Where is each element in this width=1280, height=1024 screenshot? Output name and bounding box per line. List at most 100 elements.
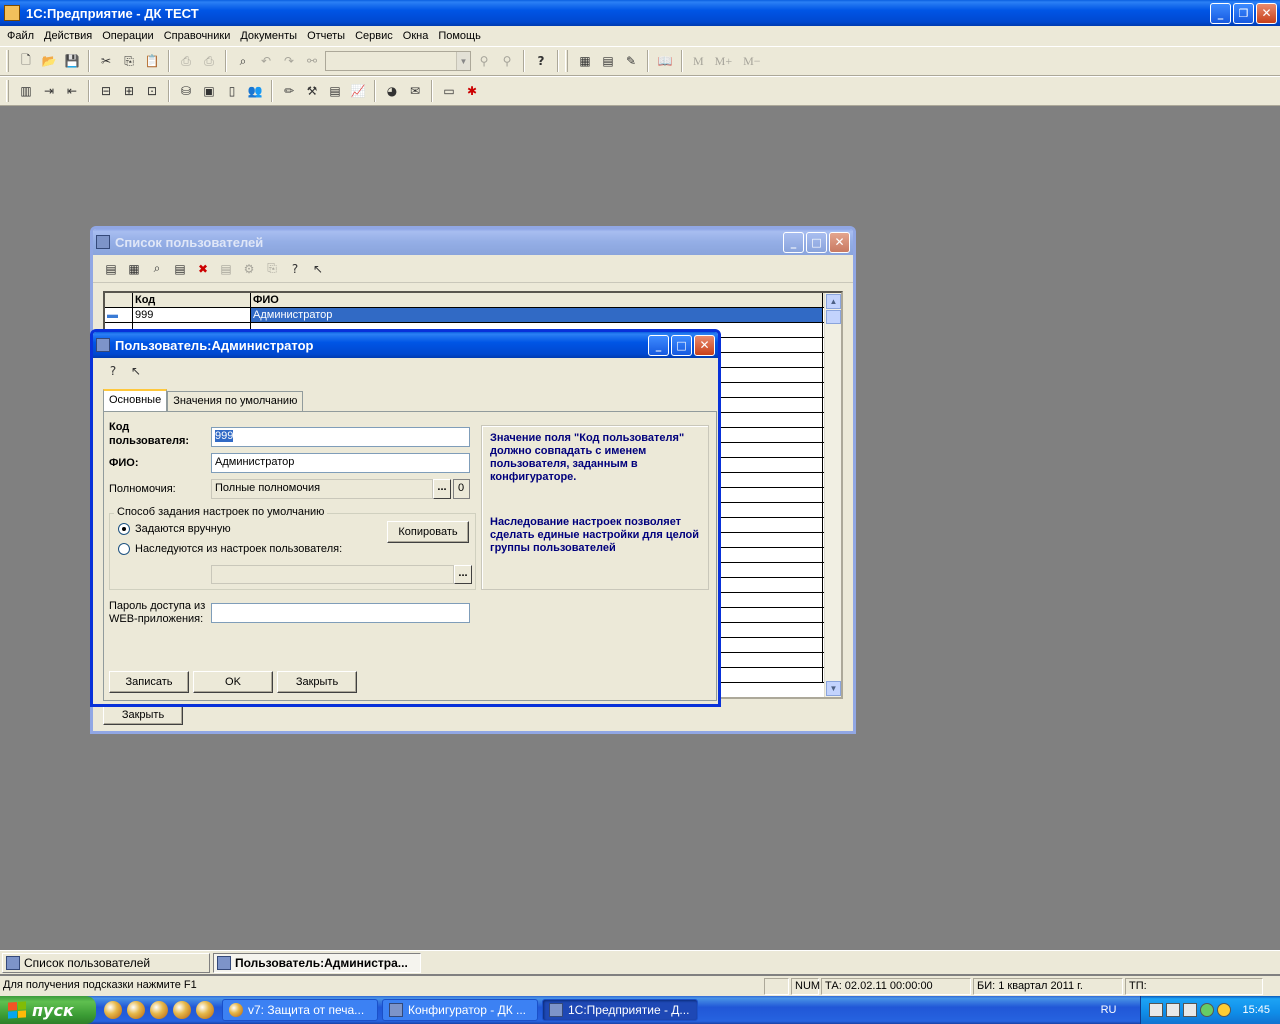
- icon-column-header[interactable]: [105, 293, 133, 307]
- pencil-icon[interactable]: ✏: [279, 81, 299, 101]
- graph-icon[interactable]: 📈: [348, 81, 368, 101]
- context-help-icon[interactable]: ↖: [126, 361, 146, 381]
- undo-icon[interactable]: ↶: [256, 51, 276, 71]
- toolbar-grip[interactable]: [565, 50, 568, 72]
- analytics-icon[interactable]: ⊞: [119, 81, 139, 101]
- calculator-icon[interactable]: ▦: [575, 51, 595, 71]
- cut-icon[interactable]: ✂: [96, 51, 116, 71]
- start-button[interactable]: пуск: [0, 996, 96, 1024]
- users-list-title-bar[interactable]: Список пользователей _ □ ✕: [93, 229, 853, 255]
- list-minimize-button[interactable]: _: [783, 231, 804, 253]
- toolbar-grip[interactable]: [6, 80, 9, 102]
- memory-m-button[interactable]: M: [689, 54, 708, 69]
- rights-select-button[interactable]: ...: [433, 479, 451, 499]
- memory-minus-button[interactable]: M−: [739, 54, 764, 69]
- dialog-maximize-button[interactable]: □: [671, 334, 692, 356]
- new-document-icon[interactable]: 🗋: [16, 51, 36, 71]
- chart-of-accounts-icon[interactable]: ⊟: [96, 81, 116, 101]
- menu-operations[interactable]: Операции: [97, 30, 158, 42]
- user-dialog-title-bar[interactable]: Пользователь:Администратор _ □ ✕: [93, 332, 718, 358]
- radio-inherit-row[interactable]: Наследуются из настроек пользователя:: [118, 543, 342, 556]
- bug-icon[interactable]: ✱: [462, 81, 482, 101]
- radio-manual[interactable]: [118, 523, 130, 536]
- copy-item-icon[interactable]: ⎘: [262, 259, 282, 279]
- table-row[interactable]: ▬ 999 Администратор: [105, 308, 841, 323]
- scroll-down-icon[interactable]: ▼: [826, 681, 841, 696]
- tray-update-icon[interactable]: [1217, 1003, 1232, 1017]
- media-quicklaunch-icon[interactable]: [173, 1001, 191, 1019]
- money-bag-icon[interactable]: ⛁: [176, 81, 196, 101]
- list-maximize-button[interactable]: □: [806, 231, 827, 253]
- toolbar-grip[interactable]: [6, 50, 9, 72]
- open-item-icon[interactable]: ⌕: [147, 259, 167, 279]
- copy-button[interactable]: Копировать: [387, 521, 469, 543]
- language-indicator[interactable]: RU: [1101, 1004, 1117, 1016]
- vertical-scrollbar[interactable]: ▲ ▼: [824, 293, 841, 697]
- monitor-icon[interactable]: ▭: [439, 81, 459, 101]
- tab-defaults[interactable]: Значения по умолчанию: [167, 391, 304, 411]
- tray-volume-icon[interactable]: [1183, 1003, 1198, 1017]
- restore-button[interactable]: ❐: [1233, 2, 1254, 24]
- journal-icon[interactable]: ▥: [16, 81, 36, 101]
- inherit-user-select-button[interactable]: ...: [454, 565, 472, 584]
- close-button[interactable]: Закрыть: [277, 671, 357, 693]
- paste-icon[interactable]: 📋: [142, 51, 162, 71]
- scroll-thumb[interactable]: [826, 310, 841, 324]
- move-item-icon[interactable]: ▤: [216, 259, 236, 279]
- menu-actions[interactable]: Действия: [39, 30, 97, 42]
- search-combo[interactable]: ▼: [325, 51, 471, 71]
- browser-quicklaunch-icon[interactable]: [196, 1001, 214, 1019]
- task-firefox[interactable]: v7: Защита от печа...: [222, 999, 378, 1021]
- calendar-icon[interactable]: ▤: [598, 51, 618, 71]
- ok-button[interactable]: OK: [193, 671, 273, 693]
- menu-references[interactable]: Справочники: [159, 30, 236, 42]
- tab-main[interactable]: Основные: [103, 389, 168, 411]
- users-icon[interactable]: 👥: [245, 81, 265, 101]
- save-button[interactable]: Записать: [109, 671, 189, 693]
- find-next-icon[interactable]: ⚲: [474, 51, 494, 71]
- tray-app-icon[interactable]: [1149, 1003, 1164, 1017]
- delete-item-icon[interactable]: ✖: [193, 259, 213, 279]
- exit-icon[interactable]: ⇤: [62, 81, 82, 101]
- letter-icon[interactable]: ✉: [405, 81, 425, 101]
- find-prev-icon[interactable]: ⚲: [497, 51, 517, 71]
- find-icon[interactable]: ⌕: [233, 51, 253, 71]
- copy-icon[interactable]: ⎘: [119, 51, 139, 71]
- enter-icon[interactable]: ⇥: [39, 81, 59, 101]
- list-close-x-button[interactable]: ✕: [829, 231, 850, 253]
- redo-icon[interactable]: ↷: [279, 51, 299, 71]
- new-item-icon[interactable]: ▤: [101, 259, 121, 279]
- help-icon[interactable]: ?: [103, 361, 123, 381]
- open-folder-icon[interactable]: 📂: [39, 51, 59, 71]
- tools-icon[interactable]: ⚒: [302, 81, 322, 101]
- web-password-input[interactable]: [211, 603, 470, 623]
- close-button[interactable]: ✕: [1256, 2, 1277, 24]
- radio-inherit[interactable]: [118, 543, 130, 556]
- inherit-user-input[interactable]: [211, 565, 454, 584]
- clock[interactable]: 15:45: [1242, 1004, 1270, 1016]
- fio-input[interactable]: Администратор: [211, 453, 470, 473]
- menu-help[interactable]: Помощь: [433, 30, 486, 42]
- column-header-fio[interactable]: ФИО: [251, 293, 823, 307]
- tray-messenger-icon[interactable]: [1200, 1003, 1215, 1017]
- print-preview-icon[interactable]: ⎙: [199, 51, 219, 71]
- download-quicklaunch-icon[interactable]: [150, 1001, 168, 1019]
- report-icon[interactable]: ▤: [325, 81, 345, 101]
- binoculars-icon[interactable]: ⚯: [302, 51, 322, 71]
- column-header-kod[interactable]: Код: [133, 293, 251, 307]
- context-help-icon[interactable]: ↖: [308, 259, 328, 279]
- document-icon[interactable]: ▯: [222, 81, 242, 101]
- task-configurator[interactable]: Конфигуратор - ДК ...: [382, 999, 538, 1021]
- window-tab-user-dialog[interactable]: Пользователь:Администра...: [213, 952, 421, 973]
- menu-service[interactable]: Сервис: [350, 30, 398, 42]
- save-icon[interactable]: 💾: [62, 51, 82, 71]
- new-group-icon[interactable]: ▦: [124, 259, 144, 279]
- edit-icon[interactable]: ✎: [621, 51, 641, 71]
- globe-icon[interactable]: ◕: [382, 81, 402, 101]
- window-tab-users-list[interactable]: Список пользователей: [2, 952, 210, 973]
- rights-input[interactable]: Полные полномочия: [211, 479, 433, 499]
- menu-reports[interactable]: Отчеты: [302, 30, 350, 42]
- help-icon[interactable]: ?: [285, 259, 305, 279]
- tray-network-icon[interactable]: [1166, 1003, 1181, 1017]
- subconto-icon[interactable]: ⊡: [142, 81, 162, 101]
